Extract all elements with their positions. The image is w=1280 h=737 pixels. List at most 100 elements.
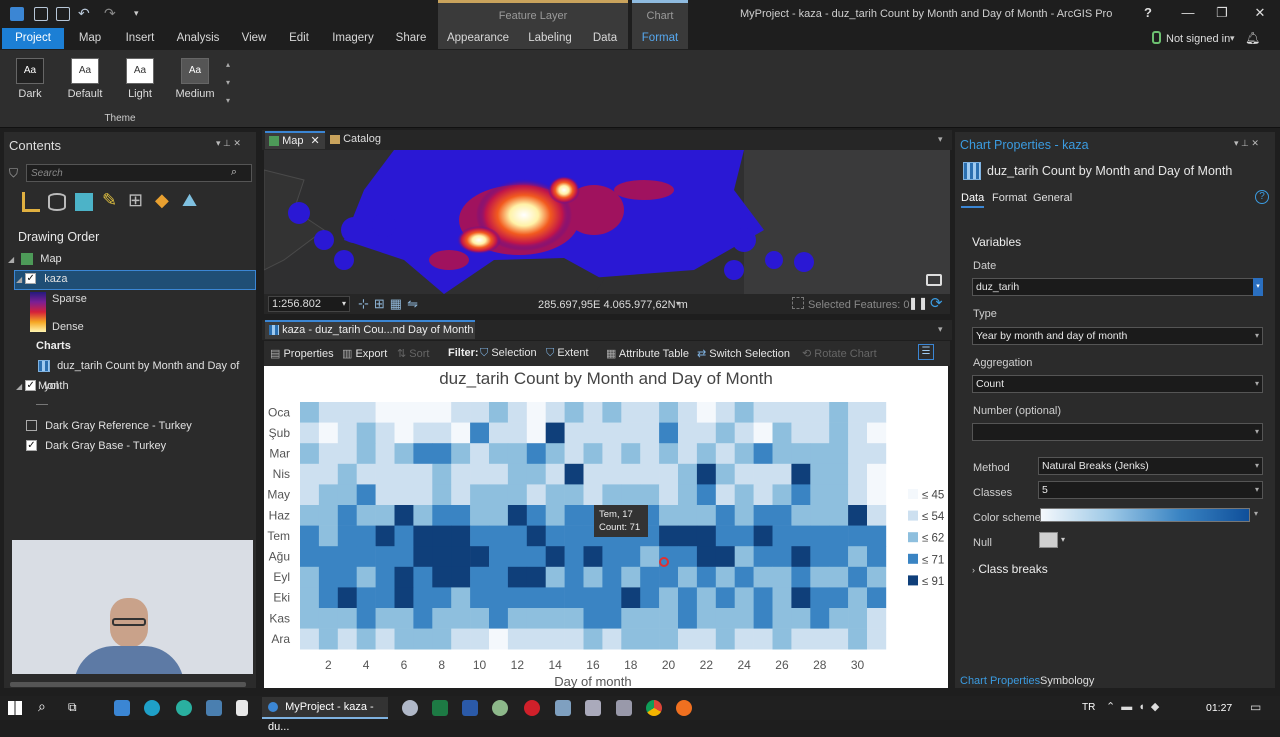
edge-browser-icon[interactable] bbox=[144, 700, 160, 716]
theme-default-button[interactable]: Aa Default bbox=[63, 58, 107, 100]
snapping-view-icon[interactable]: ⊞ bbox=[128, 190, 143, 211]
number-dropdown-icon[interactable]: ▾ bbox=[1255, 424, 1259, 440]
scale-dropdown-icon[interactable]: ▾ bbox=[342, 297, 346, 311]
view-options-icon[interactable]: ▾ bbox=[938, 134, 943, 145]
basemap-gallery-icon[interactable] bbox=[926, 274, 942, 286]
dark-gray-base-checkbox[interactable]: ✓ bbox=[26, 439, 37, 451]
expand-yol-icon[interactable]: ◢ bbox=[16, 382, 22, 391]
gallery-scroll-icon[interactable]: ▴ ▾ ▾ bbox=[226, 56, 230, 110]
map-nav-tools[interactable]: ⊹⊞▦⇋ bbox=[358, 296, 423, 312]
null-color-swatch[interactable] bbox=[1039, 532, 1058, 548]
date-field-select[interactable]: duz_tarih ▾ bbox=[972, 278, 1263, 296]
edge-browser-2-icon[interactable] bbox=[176, 700, 192, 716]
bottom-tab-chart-properties[interactable]: Chart Properties bbox=[960, 675, 1040, 687]
kaza-checkbox[interactable]: ✓ bbox=[25, 272, 37, 284]
aggregation-select[interactable]: Count ▾ bbox=[972, 375, 1263, 393]
color-scheme-select[interactable] bbox=[1040, 508, 1250, 522]
notifications-icon[interactable]: ▭ bbox=[1250, 700, 1261, 714]
expand-kaza-icon[interactable]: ◢ bbox=[16, 275, 22, 284]
signin-dropdown-icon[interactable]: ▾ bbox=[1230, 33, 1235, 44]
type-select[interactable]: Year by month and day of month ▾ bbox=[972, 327, 1263, 345]
map-tab-close-icon[interactable]: ✕ bbox=[311, 135, 320, 147]
search-app-icon[interactable] bbox=[206, 700, 222, 716]
filter-icon[interactable]: ⛉ bbox=[9, 166, 18, 181]
signed-in-status[interactable]: Not signed in bbox=[1166, 33, 1230, 45]
app-icon-2[interactable] bbox=[492, 700, 508, 716]
bottom-tab-symbology[interactable]: Symbology bbox=[1040, 675, 1094, 687]
coord-units-dropdown-icon[interactable]: ▾ bbox=[676, 299, 680, 308]
tree-dark-gray-reference[interactable]: Dark Gray Reference - Turkey bbox=[26, 416, 254, 436]
search-taskbar-icon[interactable]: ⌕ bbox=[38, 698, 46, 715]
maximize-button[interactable]: ❐ bbox=[1212, 5, 1232, 23]
switch-selection-button[interactable]: ⇄ Switch Selection bbox=[697, 347, 790, 360]
class-breaks-expander[interactable]: › Class breaks bbox=[972, 562, 1048, 576]
tab-chart-view[interactable]: kaza - duz_tarih Cou...nd Day of Month ✕ bbox=[265, 320, 475, 352]
help-button[interactable]: ? bbox=[1138, 5, 1158, 23]
theme-medium-button[interactable]: Aa Medium bbox=[173, 58, 217, 100]
app-icon-5[interactable] bbox=[616, 700, 632, 716]
dark-gray-reference-checkbox[interactable] bbox=[26, 419, 37, 431]
taskbar-active-app[interactable]: MyProject - kaza - du... bbox=[262, 697, 388, 733]
refresh-icon[interactable]: ⟳ bbox=[930, 294, 943, 312]
app-icon-3[interactable] bbox=[555, 700, 571, 716]
open-icon[interactable] bbox=[34, 7, 48, 21]
selected-features-status[interactable]: Selected Features: 0 bbox=[808, 299, 910, 311]
aggregation-dropdown-icon[interactable]: ▾ bbox=[1255, 376, 1259, 392]
redo-icon[interactable]: ↷ bbox=[104, 5, 116, 22]
mail-app-icon[interactable] bbox=[114, 700, 130, 716]
number-select[interactable]: ▾ bbox=[972, 423, 1263, 441]
sort-button[interactable]: ⇅ Sort bbox=[397, 347, 429, 360]
filter-extent-button[interactable]: ⛉ Extent bbox=[546, 347, 589, 360]
contents-search-input[interactable]: Search ⌕ bbox=[26, 164, 252, 182]
map-view[interactable] bbox=[264, 150, 950, 294]
props-tab-format[interactable]: Format bbox=[992, 192, 1027, 204]
color-scheme-dropdown-icon[interactable]: ▾ bbox=[1254, 509, 1258, 518]
tree-chart-item[interactable]: duz_tarih Count by Month and Day of Mont… bbox=[38, 356, 254, 392]
drawing-order-view-icon[interactable] bbox=[22, 192, 40, 212]
chrome-icon[interactable] bbox=[646, 700, 662, 716]
properties-button[interactable]: ▤ Properties bbox=[270, 347, 334, 360]
expand-map-icon[interactable]: ◢ bbox=[8, 255, 14, 264]
method-select[interactable]: Natural Breaks (Jenks) ▾ bbox=[1038, 457, 1263, 475]
scale-selector[interactable]: 1:256.802 ▾ bbox=[268, 296, 350, 312]
theme-light-button[interactable]: Aa Light bbox=[118, 58, 162, 100]
contents-scrollbar[interactable] bbox=[10, 682, 246, 687]
excel-icon[interactable] bbox=[432, 700, 448, 716]
tray-icons[interactable]: ⌃▬◖◆ bbox=[1106, 700, 1165, 713]
props-help-icon[interactable]: ? bbox=[1255, 190, 1269, 204]
clock[interactable]: 01:27 bbox=[1206, 702, 1232, 714]
perspective-view-icon[interactable]: ⛰ bbox=[182, 190, 197, 211]
null-color-dropdown-icon[interactable]: ▾ bbox=[1061, 535, 1065, 544]
export-button[interactable]: ▥ Export bbox=[342, 347, 387, 360]
task-view-icon[interactable]: ⧉ bbox=[68, 700, 77, 715]
qat-customize-icon[interactable]: ▾ bbox=[134, 8, 139, 19]
opera-icon[interactable] bbox=[524, 700, 540, 716]
rotate-chart-button[interactable]: ⟲ Rotate Chart bbox=[802, 347, 877, 360]
theme-dark-button[interactable]: Aa Dark bbox=[8, 58, 52, 100]
tab-share[interactable]: Share bbox=[390, 28, 432, 49]
language-indicator[interactable]: TR bbox=[1082, 702, 1095, 713]
classes-dropdown-icon[interactable]: ▾ bbox=[1255, 482, 1259, 498]
classes-select[interactable]: 5 ▾ bbox=[1038, 481, 1263, 499]
chart-list-icon[interactable]: ☰ bbox=[918, 344, 934, 360]
tab-map[interactable]: Map bbox=[70, 28, 110, 49]
data-source-view-icon[interactable] bbox=[48, 193, 66, 211]
attribute-table-button[interactable]: ▦ Attribute Table bbox=[606, 347, 689, 360]
close-button[interactable]: ✕ bbox=[1250, 5, 1270, 23]
tab-edit[interactable]: Edit bbox=[282, 28, 316, 49]
tree-yol[interactable]: ◢ ✓ yol bbox=[16, 376, 246, 396]
tab-analysis[interactable]: Analysis bbox=[170, 28, 226, 49]
tree-dark-gray-base[interactable]: ✓ Dark Gray Base - Turkey bbox=[26, 436, 254, 456]
tab-labeling[interactable]: Labeling bbox=[518, 28, 582, 49]
undo-icon[interactable]: ↶ bbox=[78, 5, 90, 22]
labeling-view-icon[interactable]: ◆ bbox=[155, 190, 169, 211]
method-dropdown-icon[interactable]: ▾ bbox=[1255, 458, 1259, 474]
tree-kaza[interactable]: ◢ ✓ kaza bbox=[16, 269, 246, 289]
tab-map-view[interactable]: Map ✕ bbox=[265, 131, 325, 149]
pause-drawing-icon[interactable]: ❚❚ bbox=[908, 296, 928, 310]
windows-start-icon[interactable] bbox=[8, 701, 22, 715]
tab-insert[interactable]: Insert bbox=[118, 28, 162, 49]
tab-project[interactable]: Project bbox=[2, 28, 64, 49]
filter-selection-button[interactable]: ⛉ Selection bbox=[480, 347, 537, 360]
editing-view-icon[interactable]: ✎ bbox=[102, 190, 117, 211]
